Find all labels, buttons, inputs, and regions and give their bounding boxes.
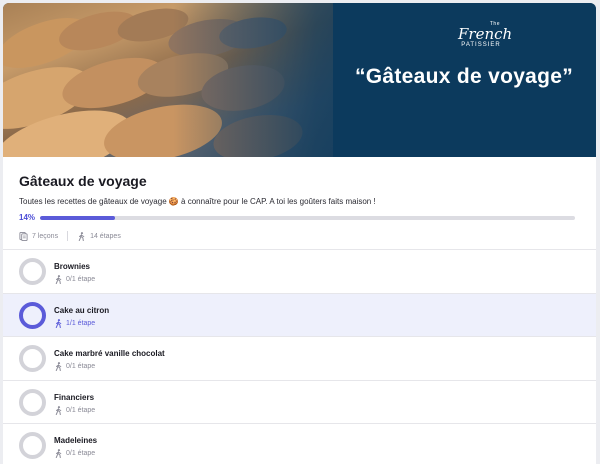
meta-divider	[67, 231, 69, 241]
lesson-steps: 0/1 étape	[54, 405, 96, 415]
lesson-steps: 0/1 étape	[54, 275, 95, 284]
progress-ring-icon	[19, 432, 46, 459]
lesson-list: Brownies 0/1 étape Cake au citron 1/1 ét…	[3, 249, 596, 464]
course-card: The French PATISSIER “Gâteaux de voyage”…	[3, 3, 596, 464]
brand-french: French	[458, 25, 513, 43]
lessons-label: 7 leçons	[32, 232, 59, 240]
walking-person-icon	[55, 449, 62, 458]
lesson-steps-label: 0/1 étape	[66, 450, 96, 457]
course-meta: 7 leçons 14 étapes	[19, 231, 579, 241]
steps-count: 14 étapes	[77, 231, 121, 241]
lesson-steps-label: 0/1 étape	[66, 276, 96, 283]
lesson-steps-label: 0/1 étape	[66, 363, 96, 370]
walking-person-icon	[55, 275, 62, 284]
lesson-steps: 1/1 étape	[54, 318, 96, 328]
walking-person-icon	[55, 362, 62, 371]
walking-person-icon	[78, 231, 85, 241]
lesson-title: Brownies	[54, 262, 91, 271]
lesson-steps-label: 1/1 étape	[66, 319, 96, 327]
lesson-steps: 0/1 étape	[54, 449, 95, 458]
lessons-icon	[19, 231, 28, 241]
progress-ring-icon	[19, 345, 46, 372]
course-title: Gâteaux de voyage	[19, 173, 147, 189]
course-header: Gâteaux de voyage Toutes les recettes de…	[19, 173, 579, 241]
course-banner: The French PATISSIER “Gâteaux de voyage”	[3, 3, 596, 157]
lesson-title: Madeleines	[54, 436, 98, 445]
brand-logo: The French PATISSIER	[458, 21, 513, 48]
course-description: Toutes les recettes de gâteaux de voyage…	[19, 197, 376, 206]
progress-ring-icon	[19, 301, 46, 329]
lesson-title: Financiers	[54, 392, 95, 402]
lesson-steps: 0/1 étape	[54, 362, 95, 371]
progress-fill	[40, 215, 115, 220]
lesson-item-cake-au-citron[interactable]: Cake au citron 1/1 étape	[3, 292, 596, 336]
progress-ring-icon	[19, 388, 46, 416]
progress-percent: 14%	[19, 213, 36, 222]
lesson-item-madeleines[interactable]: Madeleines 0/1 étape	[3, 423, 596, 464]
steps-label: 14 étapes	[90, 232, 121, 240]
brand-patissier: PATISSIER	[461, 42, 501, 48]
walking-person-icon	[55, 405, 62, 415]
lesson-item-financiers[interactable]: Financiers 0/1 étape	[3, 379, 596, 423]
lesson-item-cake-marbre[interactable]: Cake marbré vanille chocolat 0/1 étape	[3, 336, 596, 380]
walking-person-icon	[55, 318, 62, 328]
lesson-title: Cake marbré vanille chocolat	[54, 349, 165, 358]
banner-title: “Gâteaux de voyage”	[354, 65, 574, 88]
progress-ring-icon	[19, 258, 46, 285]
lesson-item-brownies[interactable]: Brownies 0/1 étape	[3, 249, 596, 293]
progress-track	[40, 215, 575, 220]
course-progress: 14%	[19, 213, 579, 222]
lesson-steps-label: 0/1 étape	[66, 406, 96, 414]
lessons-count: 7 leçons	[19, 231, 59, 241]
lesson-title: Cake au citron	[54, 305, 110, 315]
